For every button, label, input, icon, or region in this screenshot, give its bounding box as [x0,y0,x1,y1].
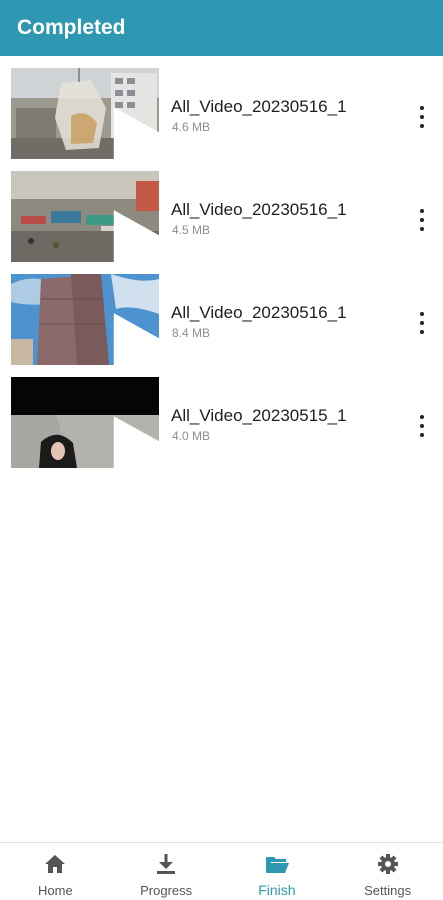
video-title: All_Video_20230516_1 [171,303,347,322]
nav-label: Home [38,883,73,898]
list-item[interactable]: All_Video_20230516_1 4.5 MB [0,169,443,272]
more-options-icon[interactable] [408,106,436,128]
list-item[interactable]: All_Video_20230516_1 8.4 MB [0,272,443,375]
play-icon [113,210,159,262]
list-item[interactable]: All_Video_20230515_1 4.0 MB [0,375,443,478]
app-screen: Completed All_Video_20230516_1 4.6 MB Al… [0,0,443,900]
more-options-icon[interactable] [408,312,436,334]
bottom-navigation: Home Progress Finish Settings [0,842,443,900]
play-icon [113,107,159,159]
video-size: 8.4 MB [172,326,211,340]
nav-settings[interactable]: Settings [332,843,443,900]
video-title: All_Video_20230516_1 [171,200,347,219]
nav-label: Progress [140,883,193,898]
page-title: Completed [17,16,126,39]
video-title: All_Video_20230516_1 [171,97,347,116]
more-options-icon[interactable] [408,209,436,231]
nav-progress[interactable]: Progress [111,843,222,900]
video-thumbnail[interactable] [11,274,159,365]
video-title: All_Video_20230515_1 [171,406,347,425]
video-list: All_Video_20230516_1 4.6 MB All_Video_20… [0,66,443,478]
video-size: 4.5 MB [172,223,211,237]
video-size: 4.6 MB [172,120,211,134]
video-thumbnail[interactable] [11,68,159,159]
nav-label: Settings [364,883,412,898]
app-header: Completed [0,0,443,56]
nav-finish[interactable]: Finish [222,843,333,900]
folder-open-icon [265,857,289,873]
list-item[interactable]: All_Video_20230516_1 4.6 MB [0,66,443,169]
play-icon [113,313,159,365]
play-icon [113,416,159,468]
gear-icon [377,854,398,874]
video-thumbnail[interactable] [11,171,159,262]
download-icon [157,854,176,874]
more-options-icon[interactable] [408,415,436,437]
video-thumbnail[interactable] [11,377,159,468]
nav-home[interactable]: Home [0,843,111,900]
home-icon [45,855,66,873]
nav-label: Finish [258,882,296,898]
video-size: 4.0 MB [172,429,211,443]
